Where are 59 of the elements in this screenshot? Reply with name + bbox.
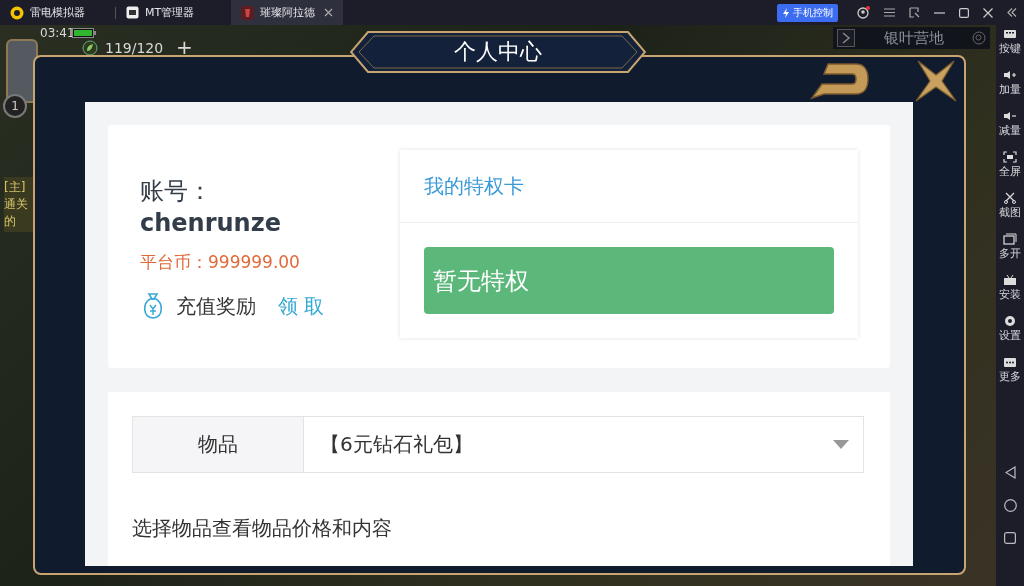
volume-up-icon — [1003, 69, 1017, 81]
account-name: chenrunze — [140, 209, 282, 237]
sidebar-button[interactable]: 安装 — [999, 274, 1021, 315]
settings-icon — [1003, 315, 1017, 327]
fullscreen-icon — [1003, 151, 1017, 163]
privilege-title: 我的特权卡 — [400, 150, 858, 223]
caret-icon — [833, 440, 849, 449]
hint-text: 选择物品查看物品价格和内容 — [132, 515, 393, 542]
minimize-icon[interactable] — [934, 11, 945, 14]
close-icon[interactable] — [914, 59, 958, 103]
app-tab[interactable]: MT管理器 — [116, 0, 231, 25]
balance-text: 平台币：999999.00 — [140, 251, 301, 274]
sidebar-button[interactable]: 多开 — [999, 233, 1021, 274]
quest-text: 通关 — [4, 196, 29, 213]
maximize-icon[interactable] — [959, 7, 969, 18]
home-icon[interactable] — [1003, 499, 1017, 512]
add-button[interactable]: + — [176, 35, 193, 59]
user-icon[interactable] — [857, 6, 870, 19]
back-arrow-icon[interactable] — [810, 62, 870, 100]
clock-text: 03:41 — [40, 26, 75, 40]
sidebar-button[interactable]: 加量 — [999, 69, 1021, 110]
expand-button[interactable] — [837, 29, 855, 47]
scissors-icon — [1003, 192, 1017, 204]
leaf-icon — [82, 40, 98, 56]
keyboard-icon — [1003, 28, 1017, 40]
sidebar-button[interactable]: 减量 — [999, 110, 1021, 151]
app-icon — [126, 6, 139, 19]
logo-icon — [10, 5, 24, 20]
quest-text: [主] — [4, 179, 27, 196]
close-icon[interactable] — [324, 8, 333, 17]
collapse-icon[interactable] — [1007, 8, 1017, 17]
back-icon[interactable] — [1004, 466, 1016, 479]
item-dropdown[interactable]: 【6元钻石礼包】 — [304, 417, 863, 472]
recent-apps-icon[interactable] — [1004, 532, 1016, 544]
search-icon[interactable] — [972, 31, 986, 45]
sidebar-button[interactable]: 按键 — [999, 28, 1021, 69]
sidebar-button[interactable]: 设置 — [999, 315, 1021, 356]
volume-down-icon — [1003, 110, 1017, 122]
lightning-icon — [782, 7, 790, 18]
apk-icon — [1003, 274, 1017, 286]
dialog-title: 个人中心 — [454, 39, 542, 65]
stamina-text: 119/120 — [105, 40, 164, 56]
app-tab[interactable]: 璀璨阿拉德 — [231, 0, 343, 25]
window-icon[interactable] — [909, 7, 920, 18]
battery-icon — [72, 28, 96, 38]
reward-label: 充值奖励 — [176, 292, 256, 320]
location-name: 银叶营地 — [882, 28, 945, 48]
game-icon — [241, 5, 254, 20]
phone-control-button[interactable]: 手机控制 — [777, 3, 838, 22]
app-tab[interactable]: 雷电模拟器 — [0, 0, 115, 25]
item-label: 物品 — [133, 417, 304, 472]
account-label: 账号： — [140, 176, 213, 207]
sidebar-button[interactable]: 全屏 — [999, 151, 1021, 192]
windows-icon — [1003, 233, 1017, 245]
more-icon — [1003, 356, 1017, 368]
sidebar-button[interactable]: 截图 — [999, 192, 1021, 233]
menu-icon[interactable] — [884, 8, 895, 17]
sidebar-button[interactable]: 更多 — [999, 356, 1021, 397]
quest-text: 的 — [4, 213, 17, 230]
